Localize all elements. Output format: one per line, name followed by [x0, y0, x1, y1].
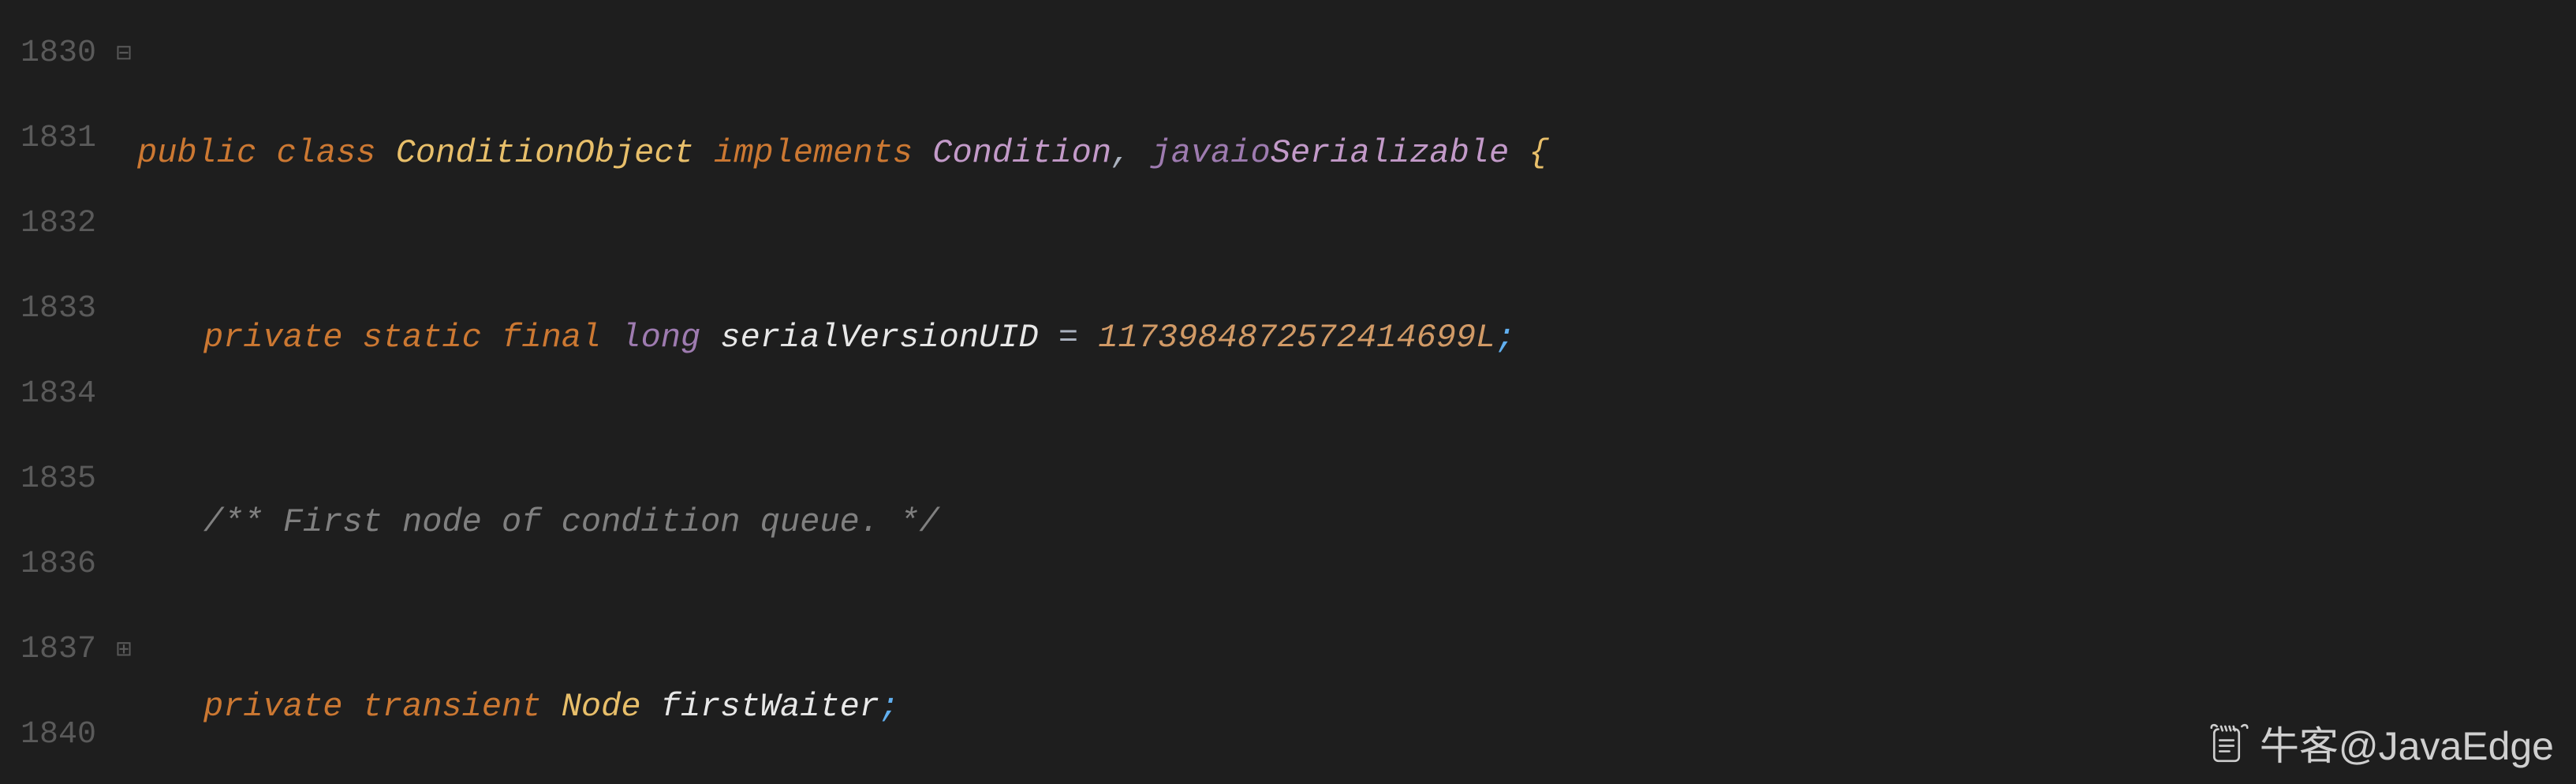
fold-cell — [110, 693, 137, 778]
field-name: firstWaiter — [661, 690, 879, 723]
type-long: long — [621, 321, 700, 354]
fold-column: ⊟ ⊞ — [110, 0, 137, 784]
keyword-implements: implements — [714, 136, 913, 170]
line-number-gutter: 1830 1831 1832 1833 1834 1835 1836 1837 … — [0, 0, 110, 784]
line-number[interactable]: 1836 — [6, 522, 96, 607]
line-number[interactable]: 1832 — [6, 181, 96, 267]
line-number[interactable]: 1840 — [6, 693, 96, 778]
line-number[interactable]: 1835 — [6, 437, 96, 522]
line-number[interactable]: 1831 — [6, 96, 96, 181]
fold-cell — [110, 522, 137, 607]
code-area[interactable]: public class ConditionObject implements … — [137, 0, 2576, 784]
brace-open: { — [1509, 136, 1548, 170]
line-number[interactable]: 1834 — [6, 352, 96, 437]
fold-cell — [110, 437, 137, 522]
keyword-public: public — [137, 136, 256, 170]
semicolon: ; — [1495, 321, 1515, 354]
keyword-final: final — [502, 321, 601, 354]
fold-cell — [110, 267, 137, 352]
interface-name: Condition — [932, 136, 1111, 170]
keyword-static: static — [363, 321, 482, 354]
code-line[interactable]: private static final long serialVersionU… — [137, 295, 2576, 380]
keyword-private: private — [203, 690, 342, 723]
assign: = — [1039, 321, 1099, 354]
keyword-class: class — [276, 136, 375, 170]
class-name: ConditionObject — [396, 136, 694, 170]
line-number[interactable]: 1830 — [6, 11, 96, 96]
code-editor: 1830 1831 1832 1833 1834 1835 1836 1837 … — [0, 0, 2576, 784]
fold-cell — [110, 96, 137, 181]
field-name: serialVersionUID — [720, 321, 1038, 354]
number-literal: 1173984872572414699L — [1098, 321, 1495, 354]
line-number[interactable]: 1837 — [6, 607, 96, 693]
fold-cell — [110, 181, 137, 267]
line-number[interactable]: 1833 — [6, 267, 96, 352]
fold-collapse-icon[interactable]: ⊟ — [110, 11, 137, 96]
semicolon: ; — [879, 690, 899, 723]
package-qualifier: java — [1152, 136, 1231, 170]
type-node: Node — [562, 690, 641, 723]
comma: , — [1111, 136, 1151, 170]
interface-name: Serializable — [1271, 136, 1509, 170]
fold-expand-icon[interactable]: ⊞ — [110, 607, 137, 693]
code-line[interactable]: private transient Node firstWaiter; — [137, 664, 2576, 749]
fold-cell — [110, 352, 137, 437]
package-qualifier: io — [1230, 136, 1270, 170]
code-line[interactable]: public class ConditionObject implements … — [137, 110, 2576, 196]
keyword-private: private — [203, 321, 342, 354]
doc-comment: /** First node of condition queue. */ — [203, 506, 939, 539]
code-line[interactable]: /** First node of condition queue. */ — [137, 480, 2576, 565]
keyword-transient: transient — [363, 690, 542, 723]
